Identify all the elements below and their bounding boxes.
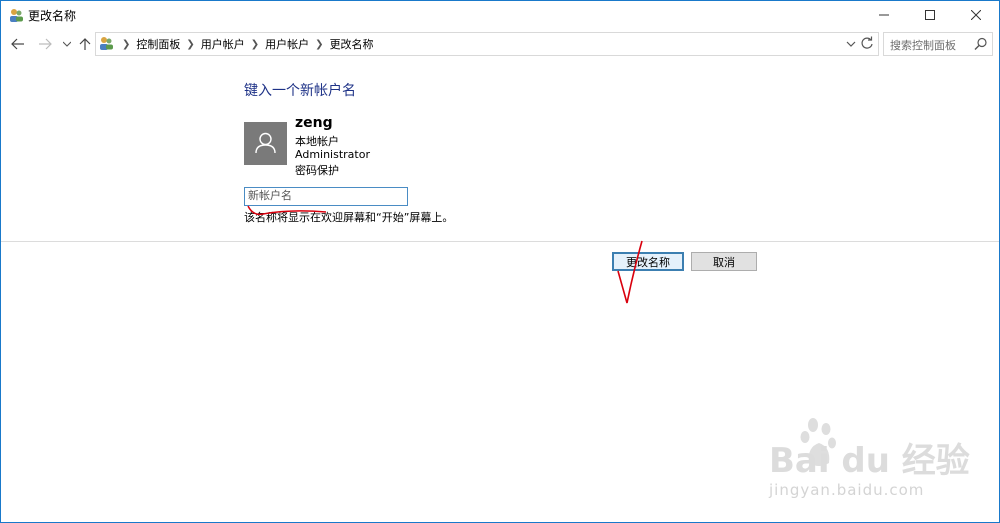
watermark-brand: Bai du 经验 [769,441,970,481]
window: 更改名称 ❯ 控制面板 ❯ 用户帐户 ❯ 用户帐户 ❯ 更改名称 搜索控制面板 … [0,0,1000,523]
watermark-url: jingyan.baidu.com [769,481,925,499]
